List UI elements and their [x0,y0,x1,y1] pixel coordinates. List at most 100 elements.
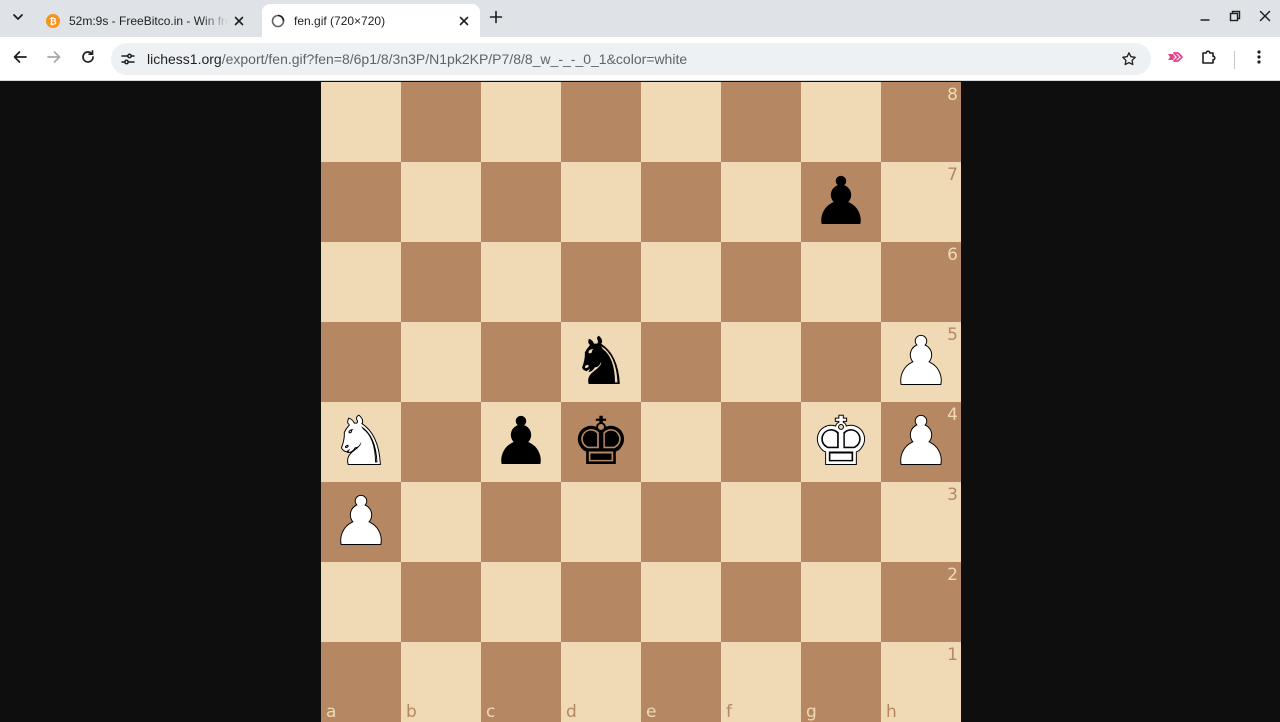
black-king-icon: ♚ [571,403,631,480]
close-icon[interactable] [454,11,474,31]
square-f7 [721,162,801,242]
square-e2 [641,562,721,642]
square-g5 [801,322,881,402]
square-h5: 5 ♟ [881,322,961,402]
reload-button[interactable] [76,47,100,71]
rank-label: 3 [947,485,958,505]
bookmark-star-icon[interactable] [1119,49,1139,69]
extensions-button[interactable] [1197,47,1221,71]
square-b4 [401,402,481,482]
image-viewport: 8 ♟ 7 6 ♞ 5 ♟ ♞ ♟ ♚ ♚ 4 ♟ ♟ 3 2 a b c d e f g 1 h [0,82,1280,722]
square-e6 [641,242,721,322]
black-pawn-icon: ♟ [491,403,551,480]
menu-button[interactable] [1247,47,1271,71]
square-b3 [401,482,481,562]
square-g8 [801,82,881,162]
tab-freebitcoin[interactable]: ₿ 52m:9s - FreeBitco.in - Win free bitco… [37,4,255,37]
square-e4 [641,402,721,482]
tab-fen-gif[interactable]: fen.gif (720×720) [262,4,480,37]
square-a2 [321,562,401,642]
file-label: b [406,702,417,722]
tab-title: 52m:9s - FreeBitco.in - Win free bitcoin… [69,13,229,28]
square-a6 [321,242,401,322]
square-c6 [481,242,561,322]
close-icon[interactable] [229,11,249,31]
square-e7 [641,162,721,242]
square-c3 [481,482,561,562]
square-c8 [481,82,561,162]
square-e1: e [641,642,721,722]
square-h7: 7 [881,162,961,242]
square-d6 [561,242,641,322]
square-b1: b [401,642,481,722]
white-king-icon: ♚ [810,403,871,480]
extension-logo-icon [1166,48,1184,71]
square-f5 [721,322,801,402]
tab-strip: ₿ 52m:9s - FreeBitco.in - Win free bitco… [0,0,1280,37]
tab-title: fen.gif (720×720) [294,13,386,28]
puzzle-icon [1200,48,1218,71]
file-label: f [726,702,732,722]
browser-toolbar: lichess1.org/export/fen.gif?fen=8/6p1/8/… [0,37,1280,81]
back-button[interactable] [8,47,32,71]
square-d5: ♞ [561,322,641,402]
square-d2 [561,562,641,642]
square-f6 [721,242,801,322]
rank-label: 2 [947,565,958,585]
chevron-down-icon [12,10,24,28]
white-pawn-icon: ♟ [890,403,951,480]
new-tab-button[interactable] [484,7,508,31]
square-e5 [641,322,721,402]
square-d7 [561,162,641,242]
restore-button[interactable] [1222,6,1248,30]
white-pawn-icon: ♟ [330,483,391,560]
square-b7 [401,162,481,242]
url-host: lichess1.org [147,51,222,67]
square-a4: ♞ [321,402,401,482]
svg-text:₿: ₿ [49,16,56,27]
square-g1: g [801,642,881,722]
address-bar[interactable]: lichess1.org/export/fen.gif?fen=8/6p1/8/… [111,43,1151,75]
square-f3 [721,482,801,562]
square-f2 [721,562,801,642]
square-f1: f [721,642,801,722]
square-b5 [401,322,481,402]
square-a8 [321,82,401,162]
minimize-button[interactable] [1192,6,1218,30]
square-c4: ♟ [481,402,561,482]
file-label: c [486,702,496,722]
square-f8 [721,82,801,162]
square-h6: 6 [881,242,961,322]
square-g7: ♟ [801,162,881,242]
site-info-icon[interactable] [116,47,140,71]
square-a5 [321,322,401,402]
white-knight-icon: ♞ [330,403,391,480]
arrow-left-icon [12,49,28,70]
square-c5 [481,322,561,402]
toolbar-divider [1234,51,1235,69]
square-c7 [481,162,561,242]
more-vertical-icon [1251,49,1267,70]
chess-board-image: 8 ♟ 7 6 ♞ 5 ♟ ♞ ♟ ♚ ♚ 4 ♟ ♟ 3 2 a b c d e f g 1 h [321,82,961,722]
black-knight-icon: ♞ [571,323,631,400]
square-h2: 2 [881,562,961,642]
forward-button[interactable] [42,47,66,71]
square-h3: 3 [881,482,961,562]
url-text[interactable]: lichess1.org/export/fen.gif?fen=8/6p1/8/… [147,51,687,67]
square-a1: a [321,642,401,722]
square-b8 [401,82,481,162]
square-d4: ♚ [561,402,641,482]
rank-label: 6 [947,245,958,265]
square-g6 [801,242,881,322]
file-label: h [886,702,897,722]
square-d3 [561,482,641,562]
square-a7 [321,162,401,242]
square-d8 [561,82,641,162]
extension-button[interactable] [1163,47,1187,71]
file-label: e [646,702,657,722]
tab-search-button[interactable] [6,7,30,31]
close-window-button[interactable] [1252,6,1278,30]
reload-icon [80,49,96,70]
minimize-icon [1199,9,1211,27]
rank-label: 8 [947,85,958,105]
